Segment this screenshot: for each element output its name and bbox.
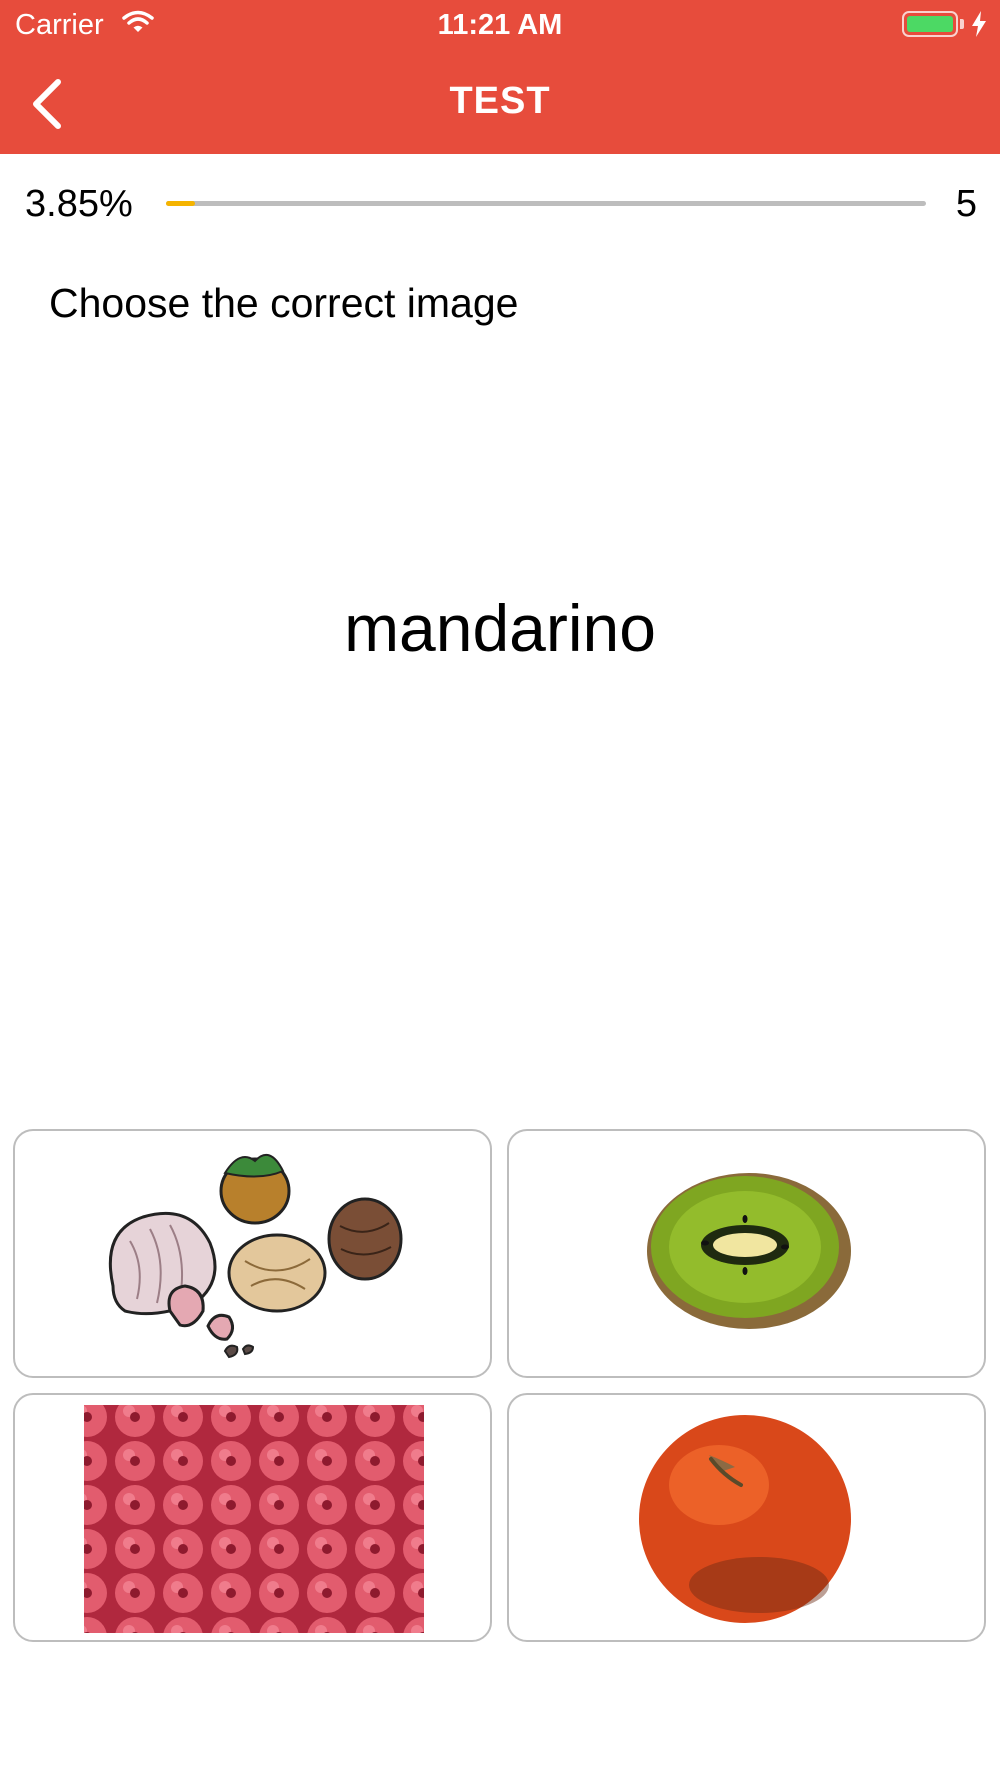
navigation-bar: TEST xyxy=(0,50,1000,154)
progress-bar xyxy=(166,201,926,206)
battery-tip xyxy=(960,19,964,29)
question-count: 5 xyxy=(955,183,977,225)
answer-option-2[interactable] xyxy=(507,1129,986,1378)
instruction-text: Choose the correct image xyxy=(49,280,519,326)
raspberries-image xyxy=(84,1405,424,1633)
answer-option-4[interactable] xyxy=(507,1393,986,1642)
chevron-left-icon xyxy=(33,79,61,129)
charging-bolt-icon xyxy=(972,11,986,37)
page-title: TEST xyxy=(449,80,551,122)
status-bar: Carrier 11:21 AM xyxy=(0,0,1000,50)
progress-percent: 3.85% xyxy=(25,183,133,225)
back-button[interactable] xyxy=(20,70,84,134)
battery-icon xyxy=(902,11,958,37)
question-word: mandarino xyxy=(344,591,656,665)
answer-option-3[interactable] xyxy=(13,1393,492,1642)
app-header: Carrier 11:21 AM TEST xyxy=(0,0,1000,154)
progress-bar-fill xyxy=(166,201,196,206)
kiwi-image xyxy=(647,1173,851,1329)
answer-option-1[interactable] xyxy=(13,1129,492,1378)
nuts-image xyxy=(108,1153,403,1359)
mandarin-image xyxy=(639,1415,851,1623)
status-time: 11:21 AM xyxy=(437,9,563,41)
